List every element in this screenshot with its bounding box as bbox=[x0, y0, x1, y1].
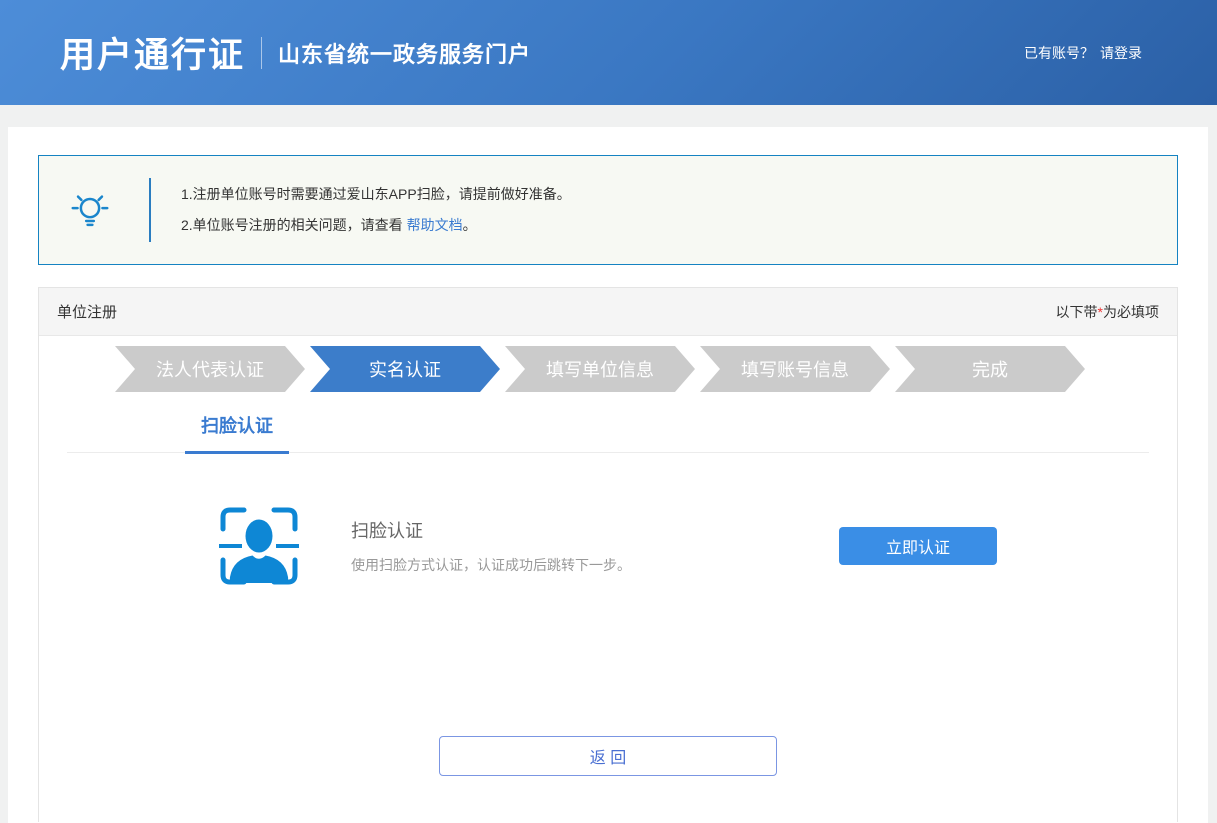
lightbulb-icon bbox=[67, 187, 113, 233]
step-legal-rep-auth: 法人代表认证 bbox=[115, 346, 305, 392]
main-card: 1.注册单位账号时需要通过爱山东APP扫脸，请提前做好准备。 2.单位账号注册的… bbox=[8, 127, 1208, 823]
page-header: 用户通行证 山东省统一政务服务门户 已有账号？ 请登录 bbox=[0, 0, 1217, 105]
brand-divider bbox=[261, 37, 262, 69]
step-realname-auth: 实名认证 bbox=[310, 346, 500, 392]
back-button[interactable]: 返 回 bbox=[439, 736, 777, 776]
step-account-info: 填写账号信息 bbox=[700, 346, 890, 392]
notice-divider bbox=[149, 178, 151, 242]
registration-panel: 单位注册 以下带*为必填项 法人代表认证 实名认证 填写单位信息 填写账号信息 … bbox=[38, 287, 1178, 822]
face-scan-section: 扫脸认证 使用扫脸方式认证，认证成功后跳转下一步。 立即认证 bbox=[39, 453, 1177, 589]
face-scan-icon bbox=[219, 503, 299, 589]
login-link[interactable]: 请登录 bbox=[1100, 45, 1142, 61]
portal-name: 山东省统一政务服务门户 bbox=[278, 37, 531, 69]
help-doc-link[interactable]: 帮助文档 bbox=[407, 217, 463, 233]
tab-face-scan-auth[interactable]: 扫脸认证 bbox=[185, 412, 289, 454]
login-hint: 已有账号？ 请登录 bbox=[1024, 43, 1142, 63]
step-indicator: 法人代表认证 实名认证 填写单位信息 填写账号信息 完成 bbox=[115, 346, 1177, 392]
notice-box: 1.注册单位账号时需要通过爱山东APP扫脸，请提前做好准备。 2.单位账号注册的… bbox=[38, 155, 1178, 265]
back-row: 返 回 bbox=[39, 736, 1177, 776]
step-complete: 完成 bbox=[895, 346, 1085, 392]
tab-bar: 扫脸认证 bbox=[67, 412, 1149, 453]
brand-title: 用户通行证 bbox=[60, 27, 245, 78]
authenticate-now-button[interactable]: 立即认证 bbox=[839, 527, 997, 565]
face-scan-description: 使用扫脸方式认证，认证成功后跳转下一步。 bbox=[351, 555, 631, 575]
face-scan-title: 扫脸认证 bbox=[351, 517, 631, 543]
face-scan-text: 扫脸认证 使用扫脸方式认证，认证成功后跳转下一步。 bbox=[351, 517, 631, 575]
step-unit-info: 填写单位信息 bbox=[505, 346, 695, 392]
panel-title: 单位注册 bbox=[57, 301, 117, 322]
required-note: 以下带*为必填项 bbox=[1056, 302, 1159, 322]
panel-header: 单位注册 以下带*为必填项 bbox=[39, 288, 1177, 336]
notice-line-1: 1.注册单位账号时需要通过爱山东APP扫脸，请提前做好准备。 bbox=[181, 179, 571, 210]
notice-line-2: 2.单位账号注册的相关问题，请查看 帮助文档。 bbox=[181, 210, 571, 241]
login-hint-text: 已有账号？ bbox=[1024, 45, 1094, 61]
